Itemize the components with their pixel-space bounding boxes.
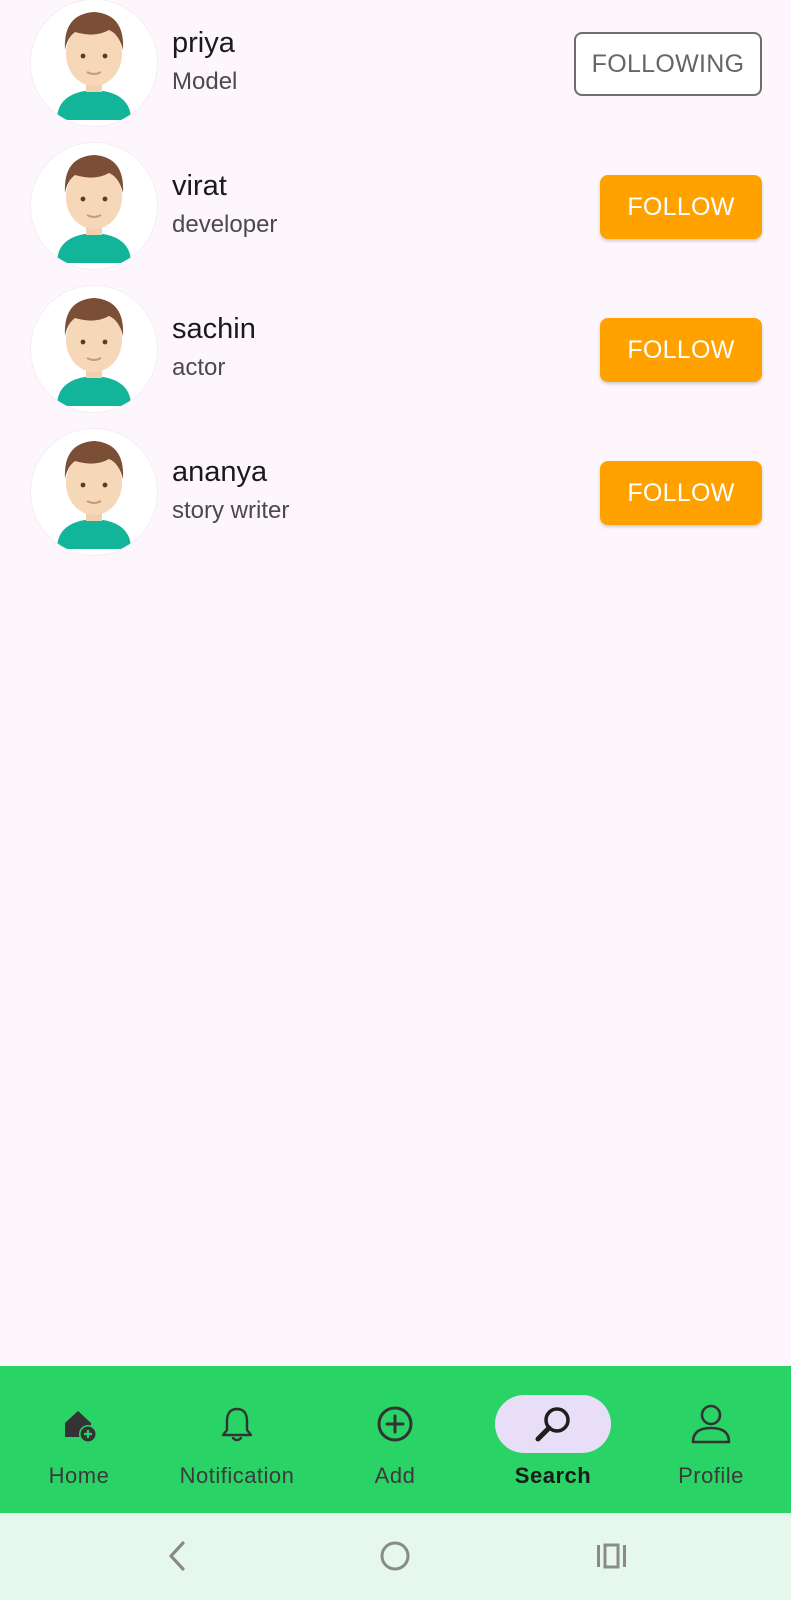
following-button[interactable]: FOLLOWING: [574, 32, 762, 96]
search-icon: [495, 1395, 611, 1453]
user-list: priya Model FOLLOWING virat developer FO…: [0, 0, 791, 1366]
user-name: virat: [172, 170, 227, 202]
nav-label: Home: [48, 1463, 110, 1488]
user-name: sachin: [172, 313, 256, 345]
list-item[interactable]: virat developer FOLLOW: [0, 143, 791, 286]
nav-label: Profile: [678, 1463, 744, 1488]
avatar: [31, 0, 157, 126]
avatar: [31, 143, 157, 269]
user-role: story writer: [172, 497, 290, 524]
avatar: [31, 286, 157, 412]
nav-label: Add: [374, 1463, 416, 1488]
user-role: developer: [172, 211, 278, 238]
person-icon: [653, 1395, 769, 1453]
nav-item-search[interactable]: Search: [474, 1366, 632, 1513]
bell-icon: [179, 1395, 295, 1453]
user-role: Model: [172, 68, 238, 95]
home-circle-icon[interactable]: [370, 1531, 420, 1581]
bottom-navigation: Home Notification Add Search Profile: [0, 1366, 791, 1513]
nav-item-profile[interactable]: Profile: [632, 1366, 790, 1513]
list-item[interactable]: priya Model FOLLOWING: [0, 0, 791, 143]
avatar: [31, 429, 157, 555]
user-role: actor: [172, 354, 226, 381]
nav-label: Notification: [179, 1463, 295, 1488]
recents-icon[interactable]: [586, 1531, 636, 1581]
follow-button[interactable]: FOLLOW: [600, 175, 762, 239]
home-add-icon: [21, 1395, 137, 1453]
nav-item-notification[interactable]: Notification: [158, 1366, 316, 1513]
follow-button[interactable]: FOLLOW: [600, 318, 762, 382]
list-item[interactable]: ananya story writer FOLLOW: [0, 429, 791, 572]
system-navigation-bar: [0, 1513, 791, 1600]
user-name: ananya: [172, 456, 268, 488]
add-circle-icon: [337, 1395, 453, 1453]
follow-button[interactable]: FOLLOW: [600, 461, 762, 525]
nav-item-add[interactable]: Add: [316, 1366, 474, 1513]
list-item[interactable]: sachin actor FOLLOW: [0, 286, 791, 429]
user-name: priya: [172, 27, 235, 59]
nav-label: Search: [514, 1463, 592, 1488]
nav-item-home[interactable]: Home: [0, 1366, 158, 1513]
back-icon[interactable]: [153, 1531, 203, 1581]
